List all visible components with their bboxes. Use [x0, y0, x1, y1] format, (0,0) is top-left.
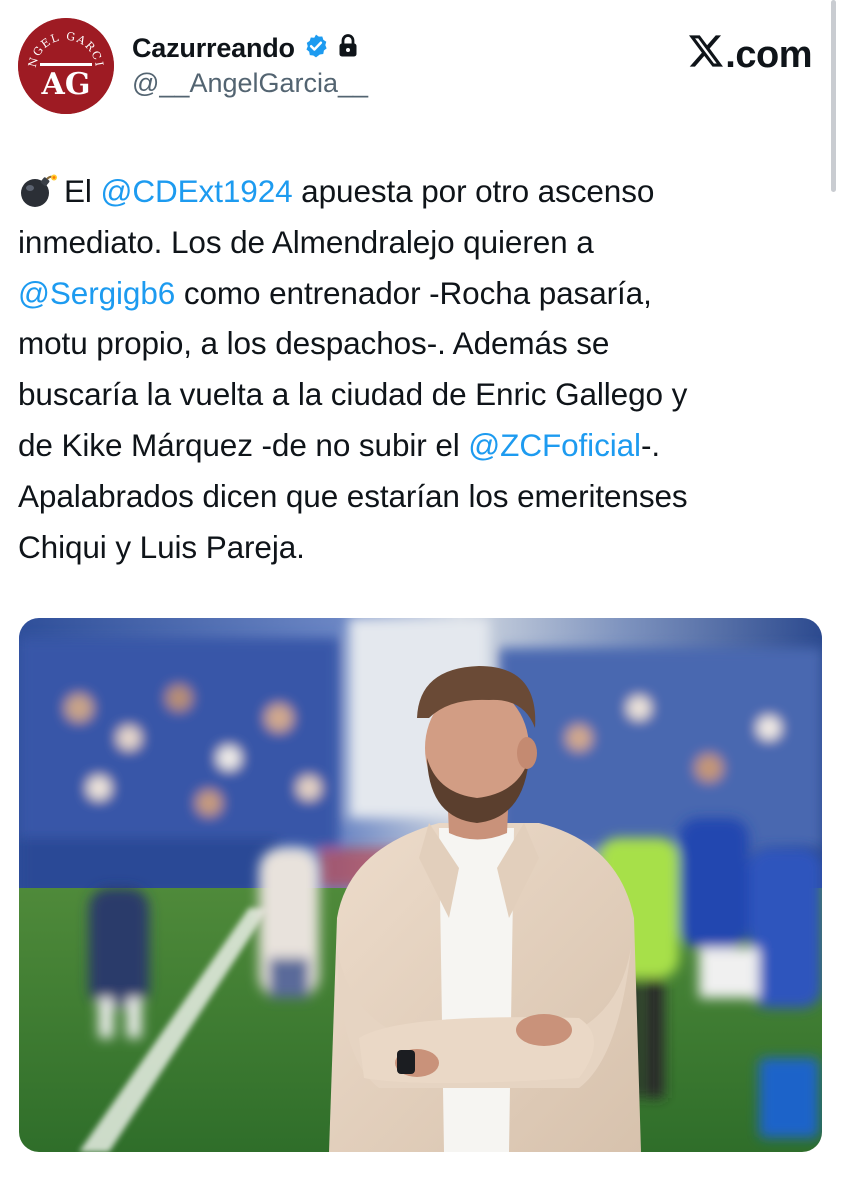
tweet-line-5-a: de Kike Márquez -de no subir el: [18, 426, 469, 463]
tweet-line: buscaría la vuelta a la ciudad de Enric …: [18, 369, 828, 420]
tweet-header: ANGEL GARCIA AG Cazurreando @: [18, 18, 812, 118]
avatar-logo-icon: ANGEL GARCIA AG: [18, 18, 114, 114]
tweet-line-6: Apalabrados dicen que estarían los emeri…: [18, 477, 688, 514]
coach-photo-illustration: [19, 618, 822, 1152]
user-info[interactable]: Cazurreando @__AngelGarcia__: [132, 30, 368, 99]
avatar-monogram: AG: [41, 67, 91, 102]
tweet-line-5-c: -.: [640, 426, 660, 463]
tweet-line-4: buscaría la vuelta a la ciudad de Enric …: [18, 376, 688, 413]
scrollbar[interactable]: [831, 0, 836, 192]
user-handle[interactable]: @__AngelGarcia__: [132, 68, 368, 99]
tweet-line: El @CDExt1924 apuesta por otro ascenso: [18, 166, 828, 217]
mention-link[interactable]: @Sergigb6: [18, 275, 175, 311]
mention-link[interactable]: @ZCFoficial: [468, 427, 641, 463]
lock-icon: [337, 33, 359, 64]
tweet-photo[interactable]: [19, 618, 822, 1152]
display-name[interactable]: Cazurreando: [132, 33, 295, 64]
tweet-line-1: inmediato. Los de Almendralejo quieren a: [18, 223, 594, 260]
verified-badge-icon: [303, 33, 329, 64]
tweet-line: inmediato. Los de Almendralejo quieren a: [18, 217, 828, 268]
bomb-icon: [18, 172, 58, 223]
tweet-line: Chiqui y Luis Pareja.: [18, 522, 828, 573]
x-logo[interactable]: .com: [689, 34, 812, 77]
tweet-line: motu propio, a los despachos-. Además se: [18, 318, 828, 369]
tweet-text: El @CDExt1924 apuesta por otro ascenso i…: [18, 166, 828, 572]
tweet-line: @Sergigb6 como entrenador -Rocha pasaría…: [18, 268, 828, 319]
tweet-line-0-a: El: [64, 173, 101, 209]
x-logo-text: .com: [725, 34, 812, 76]
tweet-line-3: motu propio, a los despachos-. Además se: [18, 325, 610, 362]
mention-link[interactable]: @CDExt1924: [100, 173, 292, 209]
x-logo-icon: [689, 34, 724, 77]
tweet-line: de Kike Márquez -de no subir el @ZCFofic…: [18, 420, 828, 471]
tweet-line-7: Chiqui y Luis Pareja.: [18, 528, 305, 565]
tweet-line-0-c: apuesta por otro ascenso: [292, 173, 655, 209]
tweet-line: Apalabrados dicen que estarían los emeri…: [18, 471, 828, 522]
tweet-line-2-b: como entrenador -Rocha pasaría,: [175, 274, 652, 311]
avatar[interactable]: ANGEL GARCIA AG: [18, 18, 114, 114]
